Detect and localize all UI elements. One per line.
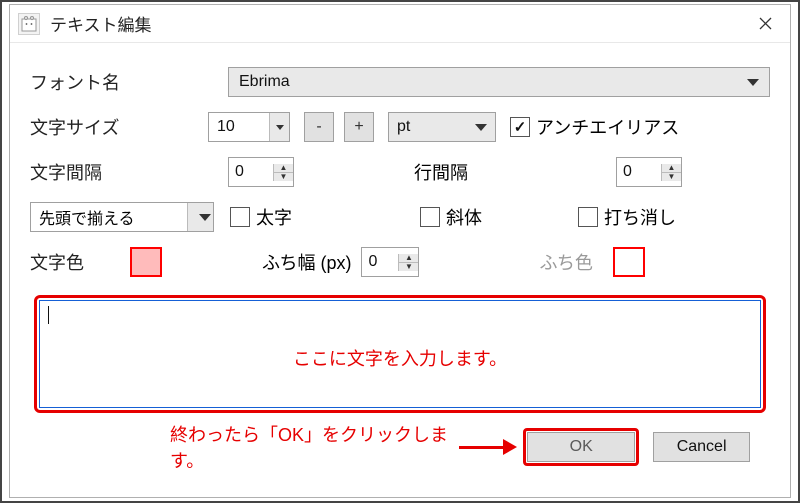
text-cursor <box>48 306 49 324</box>
font-dropdown-value: Ebrima <box>239 73 290 91</box>
caret-down-icon <box>475 124 487 131</box>
italic-label: 斜体 <box>446 204 482 230</box>
titlebar: テキスト編集 <box>10 5 790 43</box>
unit-value: pt <box>397 118 410 136</box>
ok-highlight: OK <box>523 428 639 466</box>
outline-width-spinner[interactable]: 0 ▲▼ <box>361 247 419 277</box>
size-increase-button[interactable]: + <box>344 112 374 142</box>
outline-width-label: ふち幅 (px) <box>262 249 351 275</box>
checkbox-icon <box>578 207 598 227</box>
strike-checkbox[interactable]: 打ち消し <box>578 204 676 230</box>
ok-hint-annotation: 終わったら「OK」をクリックします。 <box>170 421 449 473</box>
italic-checkbox[interactable]: 斜体 <box>420 204 482 230</box>
unit-dropdown[interactable]: pt <box>388 112 496 142</box>
size-decrease-button[interactable]: - <box>304 112 334 142</box>
textarea-hint-annotation: ここに文字を入力します。 <box>40 345 760 371</box>
caret-down-icon <box>199 214 211 221</box>
alignment-value: 先頭で揃える <box>39 205 135 229</box>
checkbox-icon <box>230 207 250 227</box>
arrow-icon <box>459 439 517 455</box>
spinner-down-icon[interactable]: ▼ <box>662 173 681 181</box>
strike-label: 打ち消し <box>604 204 676 230</box>
char-spacing-value: 0 <box>229 163 273 181</box>
bold-label: 太字 <box>256 204 292 230</box>
bold-checkbox[interactable]: 太字 <box>230 204 292 230</box>
char-size-label: 文字サイズ <box>30 114 140 140</box>
ok-button[interactable]: OK <box>527 432 635 462</box>
text-color-label: 文字色 <box>30 249 130 275</box>
char-spacing-label: 文字間隔 <box>30 159 140 185</box>
spinner-down-icon[interactable]: ▼ <box>274 173 293 181</box>
line-spacing-spinner[interactable]: 0 ▲▼ <box>616 157 682 187</box>
outline-color-label: ふち色 <box>539 249 592 275</box>
checkbox-icon <box>510 117 530 137</box>
outline-width-value: 0 <box>362 253 398 271</box>
alignment-dropdown[interactable]: 先頭で揃える <box>30 202 214 232</box>
char-spacing-spinner[interactable]: 0 ▲▼ <box>228 157 294 187</box>
caret-down-icon <box>747 79 759 86</box>
line-spacing-value: 0 <box>617 163 661 181</box>
size-select[interactable]: 10 <box>208 112 290 142</box>
font-dropdown[interactable]: Ebrima <box>228 67 770 97</box>
dialog-content: フォント名 Ebrima 文字サイズ 10 - + pt <box>10 43 790 485</box>
text-input[interactable]: ここに文字を入力します。 <box>39 300 761 408</box>
close-button[interactable] <box>740 5 790 43</box>
app-icon <box>18 13 40 35</box>
antialias-label: アンチエイリアス <box>536 114 679 140</box>
caret-down-icon <box>276 125 284 130</box>
line-spacing-label: 行間隔 <box>414 159 504 185</box>
textarea-highlight: ここに文字を入力します。 <box>34 295 766 413</box>
outline-color-swatch[interactable] <box>613 247 645 277</box>
size-value: 10 <box>217 118 235 136</box>
dialog-window: テキスト編集 フォント名 Ebrima 文字サイズ 10 <box>9 4 791 498</box>
spinner-down-icon[interactable]: ▼ <box>399 263 418 271</box>
cancel-button[interactable]: Cancel <box>653 432 750 462</box>
checkbox-icon <box>420 207 440 227</box>
antialias-checkbox[interactable]: アンチエイリアス <box>510 114 679 140</box>
window-title: テキスト編集 <box>50 11 740 36</box>
text-color-swatch[interactable] <box>130 247 162 277</box>
font-name-label: フォント名 <box>30 69 140 95</box>
